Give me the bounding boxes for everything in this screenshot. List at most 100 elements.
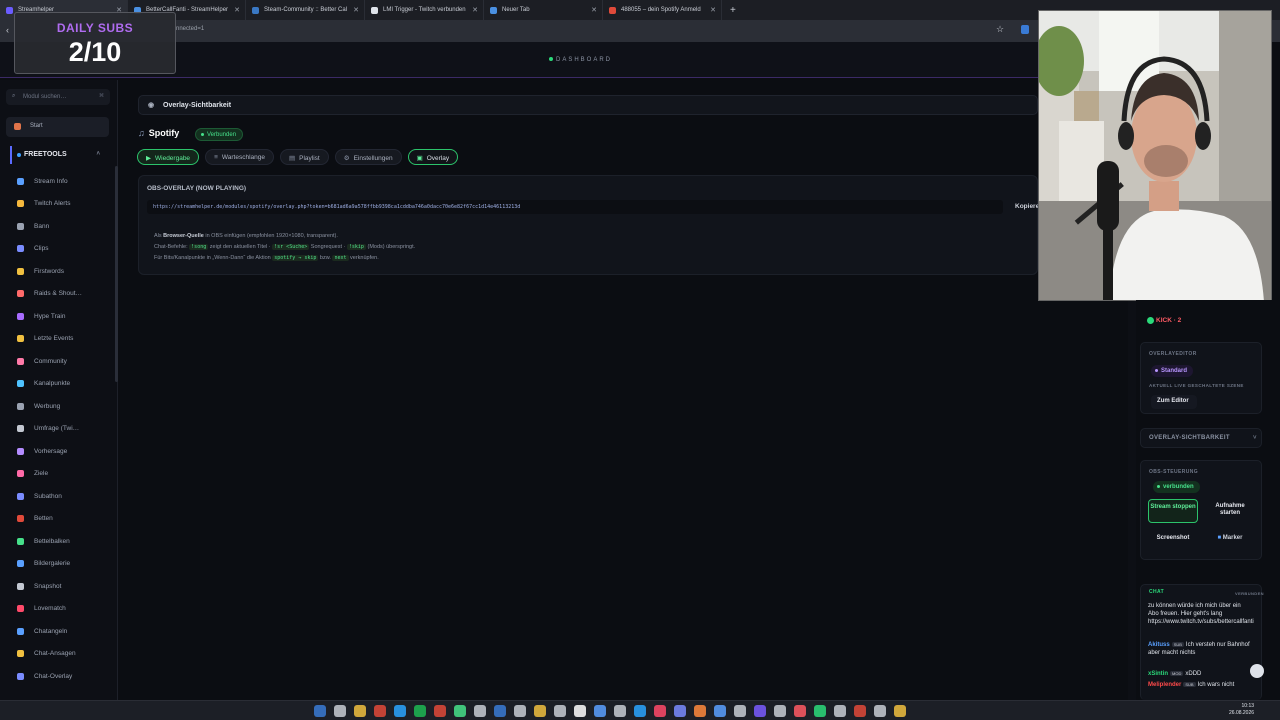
taskbar-app-icon[interactable] <box>574 705 586 717</box>
module-icon <box>17 605 24 613</box>
sidebar-item[interactable]: Letzte Events <box>12 328 112 351</box>
browser-tab-6[interactable]: 488055 – dein Spotify Anmeld ✕ <box>603 0 722 20</box>
sidebar-item[interactable]: Snapshot <box>12 575 112 598</box>
taskbar-app-icon[interactable] <box>734 705 746 717</box>
sidebar-item[interactable]: Vorhersage <box>12 440 112 463</box>
bookmark-star-icon[interactable]: ☆ <box>996 24 1004 35</box>
module-icon <box>17 492 24 500</box>
taskbar-app-icon[interactable] <box>774 705 786 717</box>
taskbar-app-icon[interactable] <box>494 705 506 717</box>
module-icon <box>17 200 24 208</box>
sidebar-item-start[interactable]: Start <box>6 117 109 137</box>
taskbar-app-icon[interactable] <box>894 705 906 717</box>
tab-close-icon[interactable]: ✕ <box>353 6 359 14</box>
taskbar-app-icon[interactable] <box>834 705 846 717</box>
taskbar-app-icon[interactable] <box>454 705 466 717</box>
tab-playlist[interactable]: ▤ Playlist <box>279 149 329 165</box>
browser-tab-3[interactable]: Steam-Community :: Better Cal ✕ <box>246 0 365 20</box>
taskbar-app-icon[interactable] <box>554 705 566 717</box>
sidebar-item[interactable]: Umfrage (Twi… <box>12 418 112 441</box>
sidebar-item[interactable]: Clips <box>12 238 112 261</box>
sidebar-item-label: Kanalpunkte <box>34 380 71 388</box>
taskbar-app-icon[interactable] <box>654 705 666 717</box>
taskbar-app-icon[interactable] <box>874 705 886 717</box>
address-url[interactable]: nnected=1 <box>176 26 204 32</box>
overlay-url-field[interactable]: https://streamhelper.de/modules/spotify/… <box>147 200 1003 214</box>
taskbar-app-icon[interactable] <box>374 705 386 717</box>
taskbar-app-icon[interactable] <box>634 705 646 717</box>
taskbar-app-icon[interactable] <box>534 705 546 717</box>
overlay-info: Als Browser-Quelle in OBS einfügen (empf… <box>154 231 415 264</box>
sidebar-item[interactable]: Hype Train <box>12 305 112 328</box>
sidebar-item[interactable]: Community <box>12 350 112 373</box>
sidebar-item[interactable]: Bildergalerie <box>12 553 112 576</box>
sidebar-item-label: Bettelbalken <box>34 537 70 545</box>
sidebar-item[interactable]: Chat-Overlay <box>12 665 112 688</box>
sidebar-item[interactable]: Bettelbalken <box>12 530 112 553</box>
taskbar-app-icon[interactable] <box>474 705 486 717</box>
module-icon <box>17 290 24 298</box>
obs-label: OBS-STEUERUNG <box>1149 469 1199 475</box>
sidebar-item[interactable]: Firstwords <box>12 260 112 283</box>
taskbar-app-icon[interactable] <box>694 705 706 717</box>
taskbar-app-icon[interactable] <box>714 705 726 717</box>
overlay-visibility-card[interactable]: ◉ Overlay-Sichtbarkeit <box>138 95 1038 115</box>
sidebar-item[interactable]: Werbung <box>12 395 112 418</box>
tab-close-icon[interactable]: ✕ <box>234 6 240 14</box>
tab-close-icon[interactable]: ✕ <box>472 6 478 14</box>
module-search-input[interactable]: ⌕ Modul suchen… ⌘ <box>6 89 110 105</box>
taskbar-app-icon[interactable] <box>814 705 826 717</box>
tab-close-icon[interactable]: ✕ <box>591 6 597 14</box>
sidebar-item[interactable]: Bann <box>12 215 112 238</box>
module-icon <box>17 627 24 635</box>
tab-einstellungen[interactable]: ⚙ Einstellungen <box>334 149 402 165</box>
screenshot-button[interactable]: Screenshot <box>1148 531 1198 555</box>
tab-overlay[interactable]: ▣ Overlay <box>407 149 459 165</box>
taskbar-app-icon[interactable] <box>314 705 326 717</box>
taskbar-app-icon[interactable] <box>674 705 686 717</box>
module-icon <box>17 560 24 568</box>
taskbar-app-icon[interactable] <box>794 705 806 717</box>
daily-subs-label: DAILY SUBS <box>56 21 134 35</box>
sidebar-item[interactable]: Twitch Alerts <box>12 193 112 216</box>
taskbar-app-icon[interactable] <box>594 705 606 717</box>
taskbar-app-icon[interactable] <box>394 705 406 717</box>
sidebar-item[interactable]: Stream Info <box>12 170 112 193</box>
sidebar-item[interactable]: Betten <box>12 508 112 531</box>
back-icon[interactable]: ‹ <box>6 25 9 35</box>
tab-close-icon[interactable]: ✕ <box>710 6 716 14</box>
module-icon <box>17 425 24 433</box>
sidebar-item[interactable]: Chat-Ansagen <box>12 643 112 666</box>
sidebar-item-label: Firstwords <box>34 267 64 275</box>
zum-editor-button[interactable]: Zum Editor <box>1151 395 1197 409</box>
taskbar-app-icon[interactable] <box>514 705 526 717</box>
stream-stop-button[interactable]: Stream stoppen <box>1148 499 1198 523</box>
overlay-visibility-section[interactable]: OVERLAY-SICHTBARKEIT ˅ <box>1140 428 1262 448</box>
sidebar-item[interactable]: Ziele <box>12 463 112 486</box>
tab-warteschlange[interactable]: ≡ Warteschlange <box>205 149 274 165</box>
taskbar-app-icon[interactable] <box>754 705 766 717</box>
taskbar-app-icon[interactable] <box>334 705 346 717</box>
taskbar-app-icon[interactable] <box>414 705 426 717</box>
taskbar-app-icon[interactable] <box>354 705 366 717</box>
new-tab-icon[interactable]: + <box>722 5 744 16</box>
marker-button[interactable]: ■ Marker <box>1205 531 1255 555</box>
taskbar-app-icon[interactable] <box>614 705 626 717</box>
sidebar-scrollbar[interactable] <box>115 166 118 382</box>
obs-control-card: OBS-STEUERUNG verbunden Stream stoppen A… <box>1140 460 1262 560</box>
tab-wiedergabe[interactable]: ▶ Wiedergabe <box>137 149 200 165</box>
chat-bubble-icon[interactable] <box>1250 664 1264 678</box>
sidebar-item[interactable]: Subathon <box>12 485 112 508</box>
sidebar-section-freetools[interactable]: FREETOOLS ˄ <box>10 146 108 164</box>
browser-tab-5[interactable]: Neuer Tab ✕ <box>484 0 603 20</box>
sidebar-item[interactable]: Lovematch <box>12 598 112 621</box>
taskbar-app-icon[interactable] <box>434 705 446 717</box>
chat-status: VERBUNDEN <box>1235 591 1264 596</box>
sidebar-item[interactable]: Kanalpunkte <box>12 373 112 396</box>
sidebar-item[interactable]: Chatangeln <box>12 620 112 643</box>
sidebar-item[interactable]: Raids & Shout… <box>12 283 112 306</box>
taskbar-app-icon[interactable] <box>854 705 866 717</box>
browser-tab-4[interactable]: LMI Trigger - Twitch verbunden ✕ <box>365 0 484 20</box>
extension-icon[interactable] <box>1021 25 1029 34</box>
record-start-button[interactable]: Aufnahme starten <box>1205 499 1255 523</box>
